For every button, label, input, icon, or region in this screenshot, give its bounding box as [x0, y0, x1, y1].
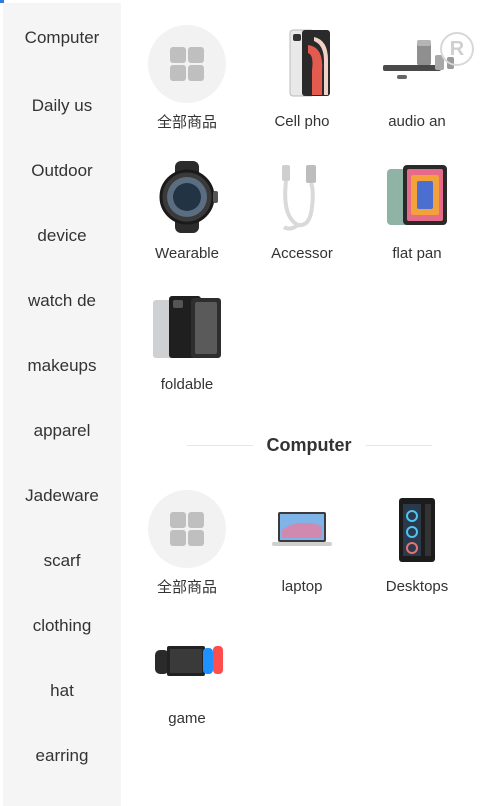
- tile-all-products[interactable]: 全部商品: [131, 25, 243, 132]
- sidebar-item-jadeware[interactable]: Jadeware: [3, 463, 121, 528]
- tile-cell-phone[interactable]: Cell pho: [246, 25, 358, 130]
- divider: [186, 444, 253, 446]
- tile-label: Desktops: [385, 578, 449, 595]
- tile-wearable[interactable]: Wearable: [131, 157, 243, 262]
- tile-label: flat pan: [392, 245, 442, 262]
- sidebar-item-earring[interactable]: earring: [3, 723, 121, 788]
- sidebar-item-outdoor[interactable]: Outdoor: [3, 138, 121, 203]
- category-content: 全部商品 Cell pho audio an Wearable Accessor…: [121, 0, 497, 806]
- section-header-computer: Computer: [179, 430, 439, 460]
- tile-label: 全部商品: [156, 579, 217, 596]
- tile-accessories[interactable]: Accessor: [246, 157, 358, 262]
- section-title: Computer: [266, 434, 352, 455]
- tile-label: foldable: [160, 376, 214, 393]
- tile-flat-panel[interactable]: flat pan: [361, 157, 473, 262]
- sidebar-item-hat[interactable]: hat: [3, 658, 121, 723]
- tile-label: Accessor: [271, 245, 333, 262]
- sidebar-item-scarf[interactable]: scarf: [3, 528, 121, 593]
- smartwatch-icon: [147, 157, 227, 237]
- laptop-icon: [262, 490, 342, 570]
- all-products-icon: [148, 490, 226, 568]
- sidebar-item-makeups[interactable]: makeups: [3, 333, 121, 398]
- divider: [365, 444, 432, 446]
- desktop-tower-icon: [377, 490, 457, 570]
- tile-label: laptop: [281, 578, 323, 595]
- cell-phone-icon: [262, 25, 342, 105]
- tile-label: audio an: [388, 113, 446, 130]
- game-console-icon: [147, 622, 227, 702]
- tile-game[interactable]: game: [131, 622, 243, 727]
- category-sidebar: Computer Daily us Outdoor device watch d…: [3, 3, 121, 806]
- tile-label: game: [168, 710, 206, 727]
- foldable-phone-icon: [147, 288, 227, 368]
- usb-cable-icon: [262, 157, 342, 237]
- sidebar-item-watch-device[interactable]: watch de: [3, 268, 121, 333]
- sidebar-item-computer[interactable]: Computer: [3, 3, 121, 73]
- sidebar-item-apparel[interactable]: apparel: [3, 398, 121, 463]
- tile-desktops[interactable]: Desktops: [361, 490, 473, 595]
- sidebar-item-daily-use[interactable]: Daily us: [3, 73, 121, 138]
- tablet-icon: [377, 157, 457, 237]
- sidebar-item-clothing[interactable]: clothing: [3, 593, 121, 658]
- all-products-icon: [148, 25, 226, 103]
- registered-watermark: R: [440, 32, 474, 66]
- tile-laptop[interactable]: laptop: [246, 490, 358, 595]
- tile-all-products-computer[interactable]: 全部商品: [131, 490, 243, 597]
- sidebar-item-device[interactable]: device: [3, 203, 121, 268]
- tile-label: 全部商品: [156, 114, 217, 131]
- tile-foldable[interactable]: foldable: [131, 288, 243, 393]
- tile-label: Wearable: [155, 245, 219, 262]
- tile-label: Cell pho: [274, 113, 330, 130]
